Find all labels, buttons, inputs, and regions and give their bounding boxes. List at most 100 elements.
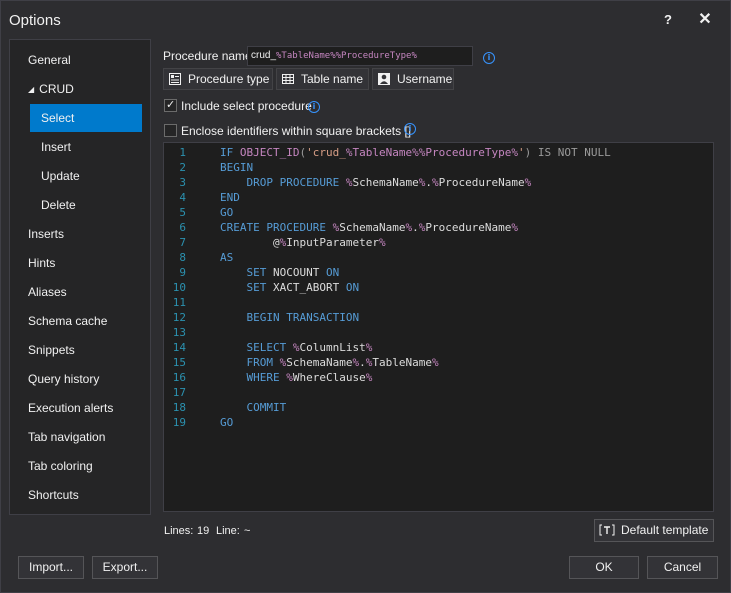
options-sidebar: General ◢ CRUD Select Insert Update Delet…	[9, 39, 151, 515]
sidebar-item-snippets[interactable]: Snippets	[28, 336, 75, 364]
include-select-label: Include select procedure	[181, 99, 312, 113]
sidebar-item-label: Hints	[28, 256, 56, 270]
line-number: 1	[179, 146, 186, 159]
sidebar-item-label: CRUD	[39, 82, 74, 96]
enclose-identifiers-label: Enclose identifiers within square bracke…	[181, 124, 412, 138]
default-template-label: Default template	[621, 523, 709, 537]
enclose-identifiers-info-icon[interactable]: i	[404, 123, 416, 135]
sidebar-item-label: Execution alerts	[28, 401, 114, 415]
sidebar-item-label: Shortcuts	[28, 488, 79, 502]
table-name-label: Table name	[301, 72, 364, 86]
line-number: 8	[179, 251, 186, 264]
procedure-name-info-icon[interactable]: i	[483, 52, 495, 64]
sidebar-item-inserts[interactable]: Inserts	[28, 220, 64, 248]
line-number: 15	[172, 356, 186, 369]
options-dialog: Options ? ✕ General ◢ CRUD Select Insert …	[0, 0, 731, 593]
lines-count-value: 19	[197, 525, 210, 537]
window-title: Options	[9, 12, 61, 29]
sidebar-item-delete[interactable]: Delete	[41, 191, 76, 219]
code-text: COMMIT	[246, 401, 287, 414]
procedure-type-label: Procedure type	[188, 72, 270, 86]
export-button[interactable]: Export...	[92, 556, 158, 579]
sidebar-item-insert[interactable]: Insert	[41, 133, 71, 161]
line-number: 11	[172, 296, 186, 309]
sidebar-item-crud[interactable]: ◢ CRUD	[28, 75, 74, 103]
code-text: GO	[220, 416, 234, 429]
line-number: 6	[179, 221, 186, 234]
sidebar-item-tab-navigation[interactable]: Tab navigation	[28, 423, 105, 451]
line-number: 16	[172, 371, 186, 384]
sidebar-item-update[interactable]: Update	[41, 162, 80, 190]
code-text: SET NOCOUNT ON	[246, 266, 340, 279]
line-number: 13	[172, 326, 186, 339]
include-select-checkbox[interactable]	[164, 98, 177, 112]
default-template-button[interactable]: Default template	[594, 519, 714, 542]
sidebar-item-tab-coloring[interactable]: Tab coloring	[28, 452, 93, 480]
code-text: GO	[220, 206, 234, 219]
help-button[interactable]: ?	[658, 10, 678, 30]
sidebar-item-execution-alerts[interactable]: Execution alerts	[28, 394, 113, 422]
line-number: 14	[172, 341, 186, 354]
current-line-label: Line:	[216, 525, 240, 537]
import-button[interactable]: Import...	[18, 556, 84, 579]
line-number: 2	[179, 161, 186, 174]
code-text: WHERE %WhereClause%	[246, 371, 373, 384]
title-bar: Options ? ✕	[1, 1, 730, 39]
line-number: 18	[172, 401, 186, 414]
sidebar-item-query-history[interactable]: Query history	[28, 365, 99, 393]
code-editor[interactable]: 1 IF OBJECT_ID('crud_%TableName%%Procedur…	[163, 142, 714, 512]
line-number: 17	[172, 386, 186, 399]
procedure-name-input[interactable]: crud_%TableName%%ProcedureType%	[247, 46, 473, 66]
code-text: DROP PROCEDURE %SchemaName%.%ProcedureNa…	[246, 176, 532, 189]
include-select-info-icon[interactable]: i	[308, 101, 320, 113]
sidebar-item-label: Insert	[41, 140, 72, 154]
code-text: CREATE PROCEDURE %SchemaName%.%Procedure…	[220, 221, 519, 234]
code-text: SELECT %ColumnList%	[246, 341, 373, 354]
close-button[interactable]: ✕	[695, 10, 715, 30]
line-number: 10	[172, 281, 186, 294]
collapse-triangle-icon[interactable]: ◢	[28, 76, 34, 104]
procedure-name-prefix: crud_	[251, 50, 277, 61]
procedure-name-label: Procedure name:	[163, 49, 256, 63]
line-number: 5	[179, 206, 186, 219]
code-text: SET XACT_ABORT ON	[246, 281, 360, 294]
sidebar-item-label: General	[28, 53, 71, 67]
sidebar-item-label: Snippets	[28, 343, 75, 357]
sidebar-item-select[interactable]: Select	[30, 104, 142, 132]
sidebar-item-schema-cache[interactable]: Schema cache	[28, 307, 107, 335]
sidebar-item-label: Update	[41, 169, 80, 183]
line-number: 4	[179, 191, 186, 204]
sidebar-item-label: Delete	[41, 198, 76, 212]
username-label: Username	[397, 72, 453, 86]
template-icon	[599, 523, 615, 537]
code-text: BEGIN TRANSACTION	[246, 311, 360, 324]
ok-button[interactable]: OK	[569, 556, 639, 579]
code-text: BEGIN	[220, 161, 254, 174]
line-number: 3	[179, 176, 186, 189]
procedure-type-button[interactable]: Procedure type	[163, 68, 273, 90]
procedure-type-icon	[168, 72, 182, 86]
code-text: FROM %SchemaName%.%TableName%	[246, 356, 439, 369]
sidebar-item-aliases[interactable]: Aliases	[28, 278, 67, 306]
enclose-identifiers-checkbox[interactable]	[164, 124, 177, 137]
current-line-value: ~	[244, 525, 251, 537]
sidebar-item-hints[interactable]: Hints	[28, 249, 55, 277]
table-name-button[interactable]: Table name	[276, 68, 369, 90]
sidebar-item-shortcuts[interactable]: Shortcuts	[28, 481, 79, 509]
line-number: 12	[172, 311, 186, 324]
user-icon	[377, 72, 391, 86]
sidebar-item-label: Tab coloring	[28, 459, 93, 473]
sidebar-item-general[interactable]: General	[28, 46, 71, 74]
sidebar-item-label: Select	[41, 111, 75, 125]
table-icon	[281, 72, 295, 86]
lines-count-label: Lines:	[164, 525, 194, 537]
sidebar-item-label: Tab navigation	[28, 430, 106, 444]
line-number: 7	[179, 236, 186, 249]
sidebar-item-label: Query history	[28, 372, 100, 386]
sidebar-item-label: Aliases	[28, 285, 67, 299]
cancel-button[interactable]: Cancel	[647, 556, 718, 579]
username-button[interactable]: Username	[372, 68, 454, 90]
code-text: IF OBJECT_ID('crud_%TableName%%Procedure…	[220, 146, 611, 159]
line-number: 19	[172, 416, 186, 429]
line-number: 9	[179, 266, 186, 279]
